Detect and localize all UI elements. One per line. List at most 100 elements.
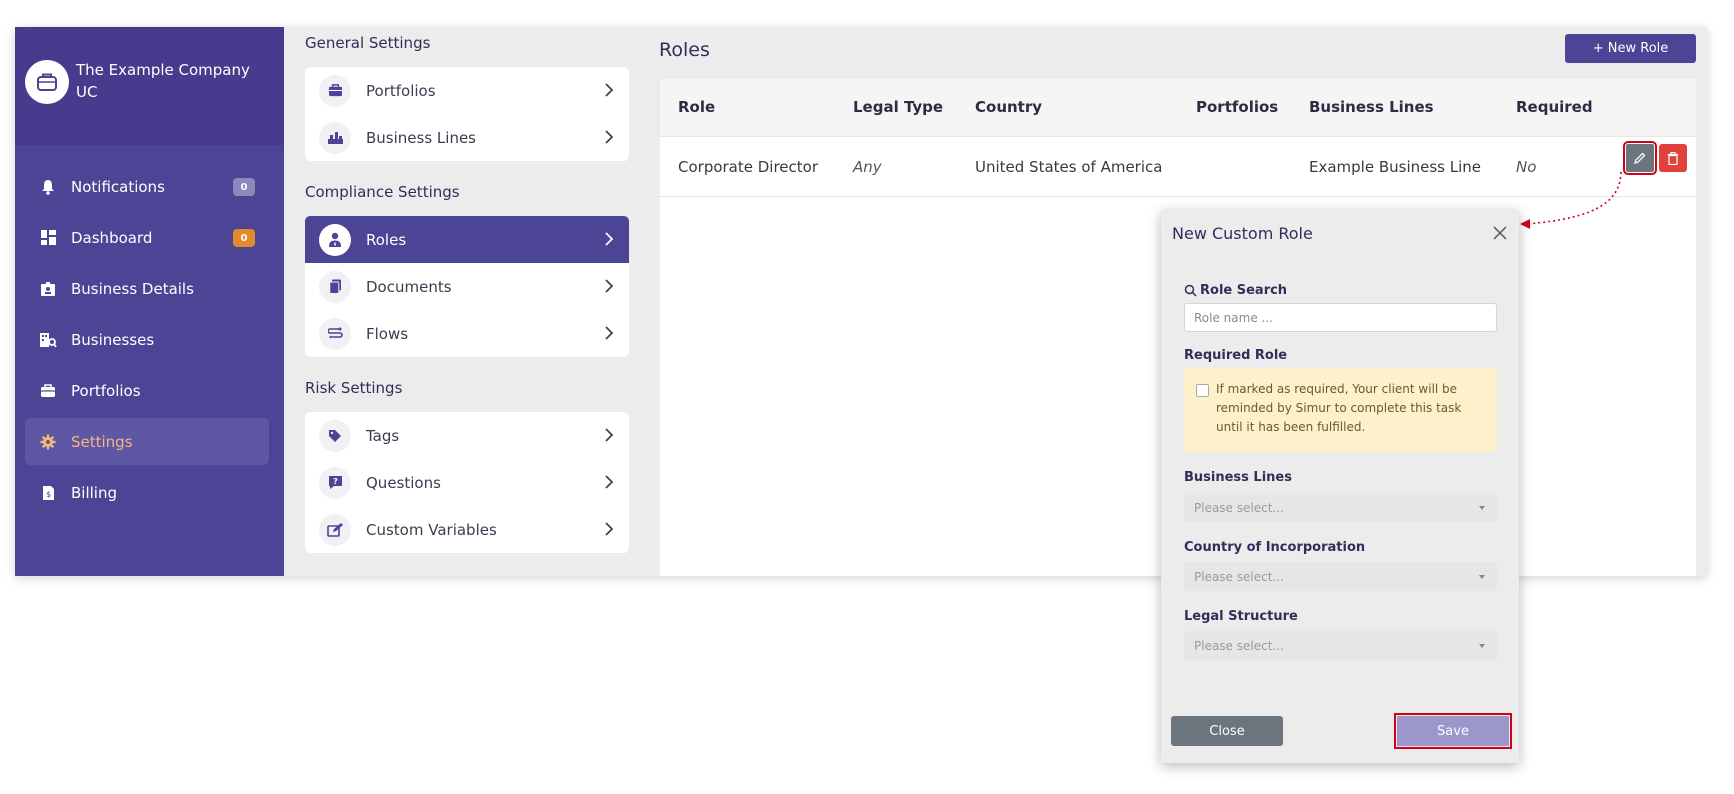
settings-item-label: Documents: [366, 277, 452, 296]
sidebar-item-billing[interactable]: $ Billing: [25, 469, 269, 516]
cell-role: Corporate Director: [678, 158, 819, 176]
required-role-notice-text: If marked as required, Your client will …: [1216, 382, 1462, 434]
sidebar-item-business-details[interactable]: Business Details: [25, 265, 269, 312]
sidebar-item-settings[interactable]: Settings: [25, 418, 269, 465]
notifications-count-badge: 0: [233, 178, 255, 196]
settings-item-tags[interactable]: Tags: [305, 412, 629, 459]
column-header-business-lines[interactable]: Business Lines: [1309, 98, 1434, 116]
business-lines-icon: [319, 121, 351, 154]
settings-item-label: Flows: [366, 324, 409, 343]
settings-item-label: Portfolios: [366, 81, 436, 100]
flows-icon: [319, 317, 351, 350]
column-header-role[interactable]: Role: [678, 98, 715, 116]
modal-title: New Custom Role: [1172, 224, 1313, 243]
gear-icon: [39, 433, 57, 451]
page-title: Roles: [659, 39, 710, 61]
search-icon: [1184, 284, 1197, 297]
compliance-settings-title: Compliance Settings: [305, 183, 460, 201]
chevron-right-icon: [605, 83, 614, 97]
settings-item-label: Custom Variables: [366, 520, 497, 539]
settings-item-label: Questions: [366, 473, 441, 492]
settings-item-business-lines[interactable]: Business Lines: [305, 114, 629, 161]
tag-icon: [319, 419, 351, 452]
edit-role-button[interactable]: [1623, 141, 1657, 175]
required-role-notice: If marked as required, Your client will …: [1184, 368, 1497, 452]
dashboard-count-badge: 0: [233, 229, 255, 247]
building-search-icon: [39, 331, 57, 349]
chevron-right-icon: [605, 130, 614, 144]
settings-item-label: Tags: [366, 426, 400, 445]
pencil-icon: [1634, 152, 1646, 164]
dashboard-icon: [39, 229, 57, 247]
cell-country: United States of America: [975, 158, 1163, 176]
column-header-required[interactable]: Required: [1516, 98, 1593, 116]
annotation-arrow: [1520, 171, 1622, 229]
sidebar: The Example Company UC Notifications 0 D…: [15, 27, 284, 576]
settings-item-flows[interactable]: Flows: [305, 310, 629, 357]
country-of-incorporation-select[interactable]: Please select...: [1184, 562, 1497, 591]
sidebar-item-portfolios[interactable]: Portfolios: [25, 367, 269, 414]
column-header-legal-type[interactable]: Legal Type: [853, 98, 943, 116]
new-custom-role-modal: New Custom Role Role Search Required Rol…: [1161, 210, 1519, 763]
delete-role-button[interactable]: [1659, 144, 1687, 172]
chevron-right-icon: [605, 428, 614, 442]
settings-item-documents[interactable]: Documents: [305, 263, 629, 310]
sidebar-item-businesses[interactable]: Businesses: [25, 316, 269, 363]
id-card-icon: [39, 280, 57, 298]
risk-settings-card: Tags ? Questions Custom Variables: [305, 412, 629, 553]
general-settings-title: General Settings: [305, 34, 431, 52]
close-button[interactable]: Close: [1171, 716, 1283, 746]
chevron-right-icon: [605, 326, 614, 340]
briefcase-icon: [39, 382, 57, 400]
chevron-right-icon: [605, 522, 614, 536]
sidebar-item-label: Portfolios: [71, 381, 141, 400]
caret-down-icon: [1479, 644, 1485, 648]
risk-settings-title: Risk Settings: [305, 379, 403, 397]
sidebar-item-label: Billing: [71, 483, 117, 502]
table-header: Role Legal Type Country Portfolios Busin…: [660, 79, 1696, 137]
save-button[interactable]: Save: [1394, 713, 1512, 749]
country-select-value: Please select...: [1194, 569, 1284, 584]
chevron-right-icon: [605, 232, 614, 246]
new-role-button[interactable]: + New Role: [1565, 34, 1696, 63]
required-role-label: Required Role: [1184, 348, 1288, 363]
documents-icon: [319, 270, 351, 303]
caret-down-icon: [1479, 506, 1485, 510]
company-logo-icon: [25, 60, 69, 104]
sidebar-item-label: Business Details: [71, 279, 194, 298]
compliance-settings-card: Roles Documents Flows: [305, 216, 629, 357]
settings-item-custom-variables[interactable]: Custom Variables: [305, 506, 629, 553]
settings-item-portfolios[interactable]: Portfolios: [305, 67, 629, 114]
sidebar-item-notifications[interactable]: Notifications 0: [25, 163, 269, 210]
required-role-checkbox[interactable]: [1196, 384, 1209, 397]
business-lines-select-value: Please select...: [1194, 500, 1284, 515]
role-search-label-row: Role Search: [1184, 283, 1287, 298]
general-settings-card: Portfolios Business Lines: [305, 67, 629, 161]
settings-item-questions[interactable]: ? Questions: [305, 459, 629, 506]
svg-text:$: $: [45, 490, 50, 499]
question-icon: ?: [319, 466, 351, 499]
role-search-input[interactable]: [1184, 303, 1497, 332]
chevron-right-icon: [605, 279, 614, 293]
column-header-portfolios[interactable]: Portfolios: [1196, 98, 1278, 116]
svg-text:?: ?: [333, 477, 338, 486]
column-header-country[interactable]: Country: [975, 98, 1042, 116]
chevron-right-icon: [605, 475, 614, 489]
bell-icon: [39, 178, 57, 196]
legal-structure-select[interactable]: Please select...: [1184, 631, 1497, 660]
business-lines-label: Business Lines: [1184, 470, 1292, 485]
sidebar-nav: Notifications 0 Dashboard 0 Business Det…: [25, 163, 269, 520]
settings-item-label: Roles: [366, 230, 407, 249]
settings-item-roles[interactable]: Roles: [305, 216, 629, 263]
brand-header: The Example Company UC: [15, 27, 284, 145]
close-icon[interactable]: [1492, 225, 1508, 241]
sidebar-item-label: Settings: [71, 432, 133, 451]
cell-business-lines: Example Business Line: [1309, 158, 1482, 176]
briefcase-icon: [319, 74, 351, 107]
legal-structure-label: Legal Structure: [1184, 609, 1298, 624]
role-search-label: Role Search: [1200, 283, 1288, 298]
sidebar-item-label: Businesses: [71, 330, 155, 349]
sidebar-item-dashboard[interactable]: Dashboard 0: [25, 214, 269, 261]
country-of-incorporation-label: Country of Incorporation: [1184, 540, 1366, 555]
business-lines-select[interactable]: Please select...: [1184, 493, 1497, 522]
